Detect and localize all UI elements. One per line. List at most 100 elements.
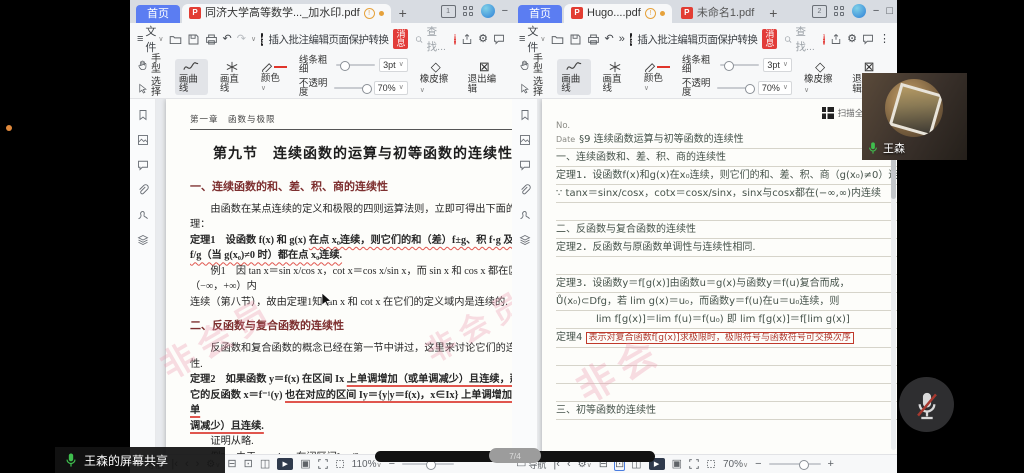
thickness-value[interactable]: 3pt∨ [763,58,792,73]
two-page-icon[interactable]: ◫ [260,459,270,470]
hand-tool[interactable]: 手型 [137,55,167,75]
comments-panel-icon[interactable] [519,159,531,171]
minimize-button[interactable]: − [873,6,879,17]
meeting-bar-handle[interactable]: 7/4 [489,448,541,463]
webcam-tile[interactable]: 王森 [862,73,967,160]
color-tool[interactable]: 颜色 ∨ [640,60,674,94]
kebab-menu-icon[interactable]: ⋮ [879,34,890,45]
tab-home[interactable]: 首页 [518,5,562,23]
single-page-icon[interactable]: ⊡ [244,459,253,470]
menu-start-chip[interactable]: 始 [261,33,263,46]
draw-line-tool[interactable]: 画直线 [599,59,632,95]
layers-icon[interactable] [519,234,531,246]
save-icon[interactable] [569,33,582,46]
opacity-slider[interactable] [717,87,754,89]
zoom-value[interactable]: 70%∨ [723,459,748,470]
overflow-icon[interactable]: » [619,34,625,45]
undo-icon[interactable]: ↶ [605,34,614,45]
opacity-value[interactable]: 70%∨ [758,81,792,96]
alert-icon[interactable]: ! [823,34,825,45]
thumbnails-icon[interactable] [137,134,149,146]
crop-region-icon[interactable] [706,459,716,469]
zoom-out-icon[interactable]: − [755,459,761,470]
play-read-mode-button[interactable]: ▶ [277,458,293,470]
fullscreen-icon[interactable] [318,459,328,469]
thickness-slider[interactable] [336,64,375,66]
attachment-icon[interactable] [519,184,531,196]
menu-start-chip[interactable]: 始 [630,33,632,46]
message-badge[interactable]: 消息 [762,29,777,49]
print-icon[interactable] [205,33,218,46]
hamburger-menu-icon[interactable]: ≡ 文件 ∨ [137,23,164,55]
select-tool[interactable]: 选择 [137,78,167,98]
opacity-value[interactable]: 70%∨ [374,81,408,96]
menu-items[interactable]: 插入批注编辑页面保护转换 [268,32,388,47]
tab-document-inactive[interactable]: P 未命名1.pdf [674,4,761,23]
undo-icon[interactable]: ↶ [223,34,232,45]
document-area[interactable]: 编 非会 扫描全能王 创建 No. Date§9 连续函数运算与初等函数的连续性… [538,99,897,454]
signature-stamp-icon[interactable] [519,209,531,221]
zoom-slider[interactable] [769,463,821,465]
tab-home[interactable]: 首页 [136,5,180,23]
auto-fit-icon[interactable]: ▣ [300,459,310,470]
exit-edit-button[interactable]: ⊠ 退出编辑 [464,58,505,95]
thickness-slider[interactable] [720,64,759,66]
attachment-icon[interactable] [137,184,149,196]
thickness-value[interactable]: 3pt∨ [379,58,408,73]
open-folder-icon[interactable] [169,33,182,46]
settings-gear-icon[interactable]: ⚙ [478,34,488,45]
draw-line-tool[interactable]: 画直线 [216,59,249,95]
search-control[interactable]: 查找... [784,24,817,54]
meeting-collapsed-bar[interactable]: 7/4 [375,451,655,462]
window-layout-icon[interactable]: 1 [441,5,456,18]
thumbnails-icon[interactable] [519,134,531,146]
draw-curve-tool[interactable]: 画曲线 [557,59,590,95]
settings-gear-icon[interactable]: ⚙ [847,34,857,45]
hamburger-menu-icon[interactable]: ≡ 文件 ∨ [519,23,546,55]
minimize-button[interactable]: − [502,6,508,17]
fullscreen-icon[interactable] [689,459,699,469]
bookmark-icon[interactable] [137,109,149,121]
bookmark-icon[interactable] [519,109,531,121]
comment-bubble-icon[interactable] [493,33,505,45]
zoom-slider[interactable] [402,463,454,465]
auto-fit-icon[interactable]: ▣ [672,459,682,470]
app-grid-icon[interactable] [834,6,845,17]
fit-width-icon[interactable]: ⊟ [227,459,236,470]
color-tool[interactable]: 颜色 ∨ [257,60,291,94]
save-icon[interactable] [187,33,200,46]
window-layout-icon[interactable]: 2 [812,5,827,18]
eraser-tool[interactable]: ◇ 橡皮擦 ∨ [800,58,840,95]
account-avatar[interactable] [852,4,866,18]
draw-curve-tool[interactable]: 画曲线 [175,59,208,95]
new-tab-button[interactable]: + [391,6,415,23]
print-icon[interactable] [587,33,600,46]
alert-icon[interactable]: ! [454,34,456,45]
signature-stamp-icon[interactable] [137,209,149,221]
new-tab-button[interactable]: + [761,6,785,23]
account-avatar[interactable] [481,4,495,18]
opacity-slider[interactable] [334,87,370,89]
share-icon[interactable] [830,33,842,45]
hand-tool[interactable]: 手型 [519,55,549,75]
tab-document-active[interactable]: P Hugo....pdf ! [564,4,672,23]
message-badge[interactable]: 消息 [393,29,408,49]
redo-icon[interactable]: ↷ [237,34,246,45]
comments-panel-icon[interactable] [137,159,149,171]
eraser-tool[interactable]: ◇ 橡皮擦 ∨ [416,58,456,95]
share-icon[interactable] [461,33,473,45]
layers-icon[interactable] [137,234,149,246]
menu-items[interactable]: 插入批注编辑页面保护转换 [637,32,757,47]
maximize-button[interactable]: □ [886,6,893,17]
search-control[interactable]: 查找... [415,24,448,54]
comment-bubble-icon[interactable] [862,33,874,45]
mic-muted-button[interactable] [899,377,954,432]
more-dropdown-icon[interactable]: ∨ [251,35,256,43]
select-tool[interactable]: 选择 [519,78,549,98]
tab-document[interactable]: P 同济大学高等数学..._加水印.pdf ! [182,4,391,23]
open-folder-icon[interactable] [551,33,564,46]
crop-region-icon[interactable] [335,459,345,469]
app-grid-icon[interactable] [463,6,474,17]
document-area[interactable]: 编 非会员 非会员 第一章 函数与极限 第九节 连续函数的运算与初等函数的连续性… [156,99,512,454]
zoom-in-icon[interactable]: + [828,459,834,470]
